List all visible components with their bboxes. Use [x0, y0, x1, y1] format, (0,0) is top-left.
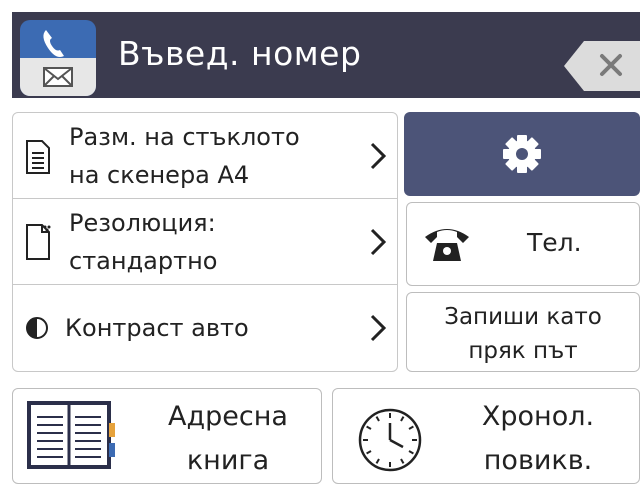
backspace-button[interactable]	[564, 41, 640, 91]
contrast-icon	[25, 316, 49, 344]
fax-mode-icon	[20, 20, 96, 96]
settings-button[interactable]	[404, 112, 640, 196]
tel-label: Тел.	[527, 228, 582, 257]
address-book-button[interactable]: Адресна книга	[12, 388, 322, 484]
call-history-line2: повикв.	[483, 445, 593, 476]
setting-value: на скенера А4	[69, 161, 250, 189]
page-title: Въвед. номер	[118, 34, 362, 73]
chevron-right-icon	[369, 313, 387, 343]
setting-value: стандартно	[69, 247, 218, 275]
header-bar: Въвед. номер	[12, 12, 640, 98]
save-label-line2: пряк път	[468, 338, 578, 364]
address-book-line2: книга	[186, 445, 270, 476]
setting-label: Контраст авто	[65, 314, 249, 342]
save-label-line1: Запиши като	[444, 304, 602, 330]
chevron-right-icon	[369, 141, 387, 171]
setting-scan-glass-size[interactable]: Разм. на стъклото на скенера А4	[13, 113, 397, 199]
address-book-icon	[27, 401, 115, 469]
telephone-icon	[425, 229, 469, 261]
setting-label-line1: Резолюция:	[69, 209, 216, 237]
chevron-right-icon	[369, 227, 387, 257]
gear-icon	[503, 135, 541, 173]
document-icon	[25, 139, 51, 179]
save-as-shortcut-button[interactable]: Запиши като пряк път	[406, 292, 640, 372]
clock-icon	[358, 408, 422, 472]
resolution-icon	[25, 223, 51, 265]
setting-contrast[interactable]: Контраст авто	[13, 285, 397, 371]
call-history-line1: Хронол.	[481, 401, 595, 432]
settings-list: Разм. на стъклото на скенера А4 Резолюци…	[12, 112, 398, 372]
address-book-line1: Адресна	[168, 401, 288, 432]
tel-button[interactable]: Тел.	[406, 202, 640, 286]
lcd-screen: Въвед. номер Разм. на стъклото на скенер…	[0, 0, 640, 484]
setting-resolution[interactable]: Резолюция: стандартно	[13, 199, 397, 285]
backspace-icon	[564, 41, 640, 91]
setting-label-line1: Разм. на стъклото	[69, 123, 300, 151]
call-history-button[interactable]: Хронол. повикв.	[332, 388, 640, 484]
